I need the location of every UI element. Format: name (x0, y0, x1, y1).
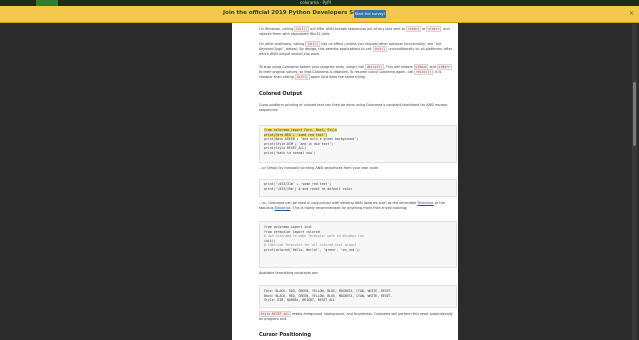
paragraph-init-other-platforms: On other platforms, calling init() has n… (259, 41, 455, 57)
text: will filter ANSI escape sequences out of… (309, 27, 407, 31)
paragraph-termcolor: …or, Colorama can be used in conjunction… (259, 201, 455, 211)
inline-code: init() (372, 46, 388, 52)
text: . This is highly recommended for anythin… (290, 206, 408, 210)
page-right-margin (458, 23, 639, 340)
inline-code: init() (294, 74, 310, 80)
text: On Windows, calling (259, 27, 295, 31)
code-line: Style: DIM, NORMAL, BRIGHT, RESET_ALL (264, 298, 336, 303)
text: . This will restore (383, 65, 414, 69)
text: to their original values, so that Colora… (259, 70, 415, 74)
code-line: from colorama import Fore, Back, Style (264, 128, 337, 132)
survey-banner: Join the official 2019 Python Developers… (0, 6, 639, 23)
text: …or, Colorama can be used in conjunction… (259, 201, 418, 205)
page-left-margin (0, 23, 232, 340)
survey-banner-message: Join the official 2019 Python Developers… (223, 10, 371, 16)
code-line: print('\033[39m') # and reset to default… (264, 186, 353, 191)
project-description: On Windows, calling init() will filter A… (232, 23, 458, 340)
heading-colored-output: Colored Output (259, 91, 303, 97)
paragraph-deinit: To stop using Colorama before your progr… (259, 64, 455, 80)
text: On other platforms, calling (259, 42, 306, 46)
paragraph-init-windows: On Windows, calling init() will filter A… (259, 26, 455, 37)
code-block-manual-ansi: print('\033[31m' + 'some red text') prin… (259, 179, 457, 197)
paragraph-manual-ansi: …or simply by manually printing ANSI seq… (259, 166, 379, 170)
inline-code: stdout (406, 26, 421, 32)
code-line: print(colored('Hello, World!', 'green', … (264, 247, 360, 252)
blessings-link[interactable]: Blessings (275, 206, 291, 210)
code-line: print(Fore.RED + 'some red text') (264, 132, 328, 137)
inline-code: reinit() (414, 69, 433, 75)
code-line: print('back to normal now') (264, 150, 316, 155)
paragraph-colored-intro: Cross-platform printing of colored text … (259, 103, 448, 112)
start-survey-button[interactable]: Start the survey! (354, 10, 386, 18)
code-block-termcolor: from colorama import init from termcolor… (259, 221, 457, 268)
termcolor-link[interactable]: Termcolor (417, 201, 434, 205)
paragraph-formatting-constants: Available formatting constants are: (259, 271, 319, 275)
paragraph-reset-all: Style.RESET_ALL resets foreground, backg… (259, 311, 455, 322)
inline-code: stderr (426, 26, 442, 32)
text: To stop using Colorama before your progr… (259, 65, 366, 69)
page-scrollbar[interactable] (632, 24, 637, 340)
close-banner-icon[interactable]: × (629, 10, 634, 17)
code-block-constants: Fore: BLACK, RED, GREEN, YELLOW, BLUE, M… (259, 285, 457, 308)
heading-cursor-positioning: Cursor Positioning (259, 332, 312, 338)
text: again (but does the same thing). (309, 75, 367, 79)
scrollbar-thumb[interactable] (633, 82, 636, 146)
code-block-colored-output: from colorama import Fore, Back, Style p… (259, 125, 457, 163)
